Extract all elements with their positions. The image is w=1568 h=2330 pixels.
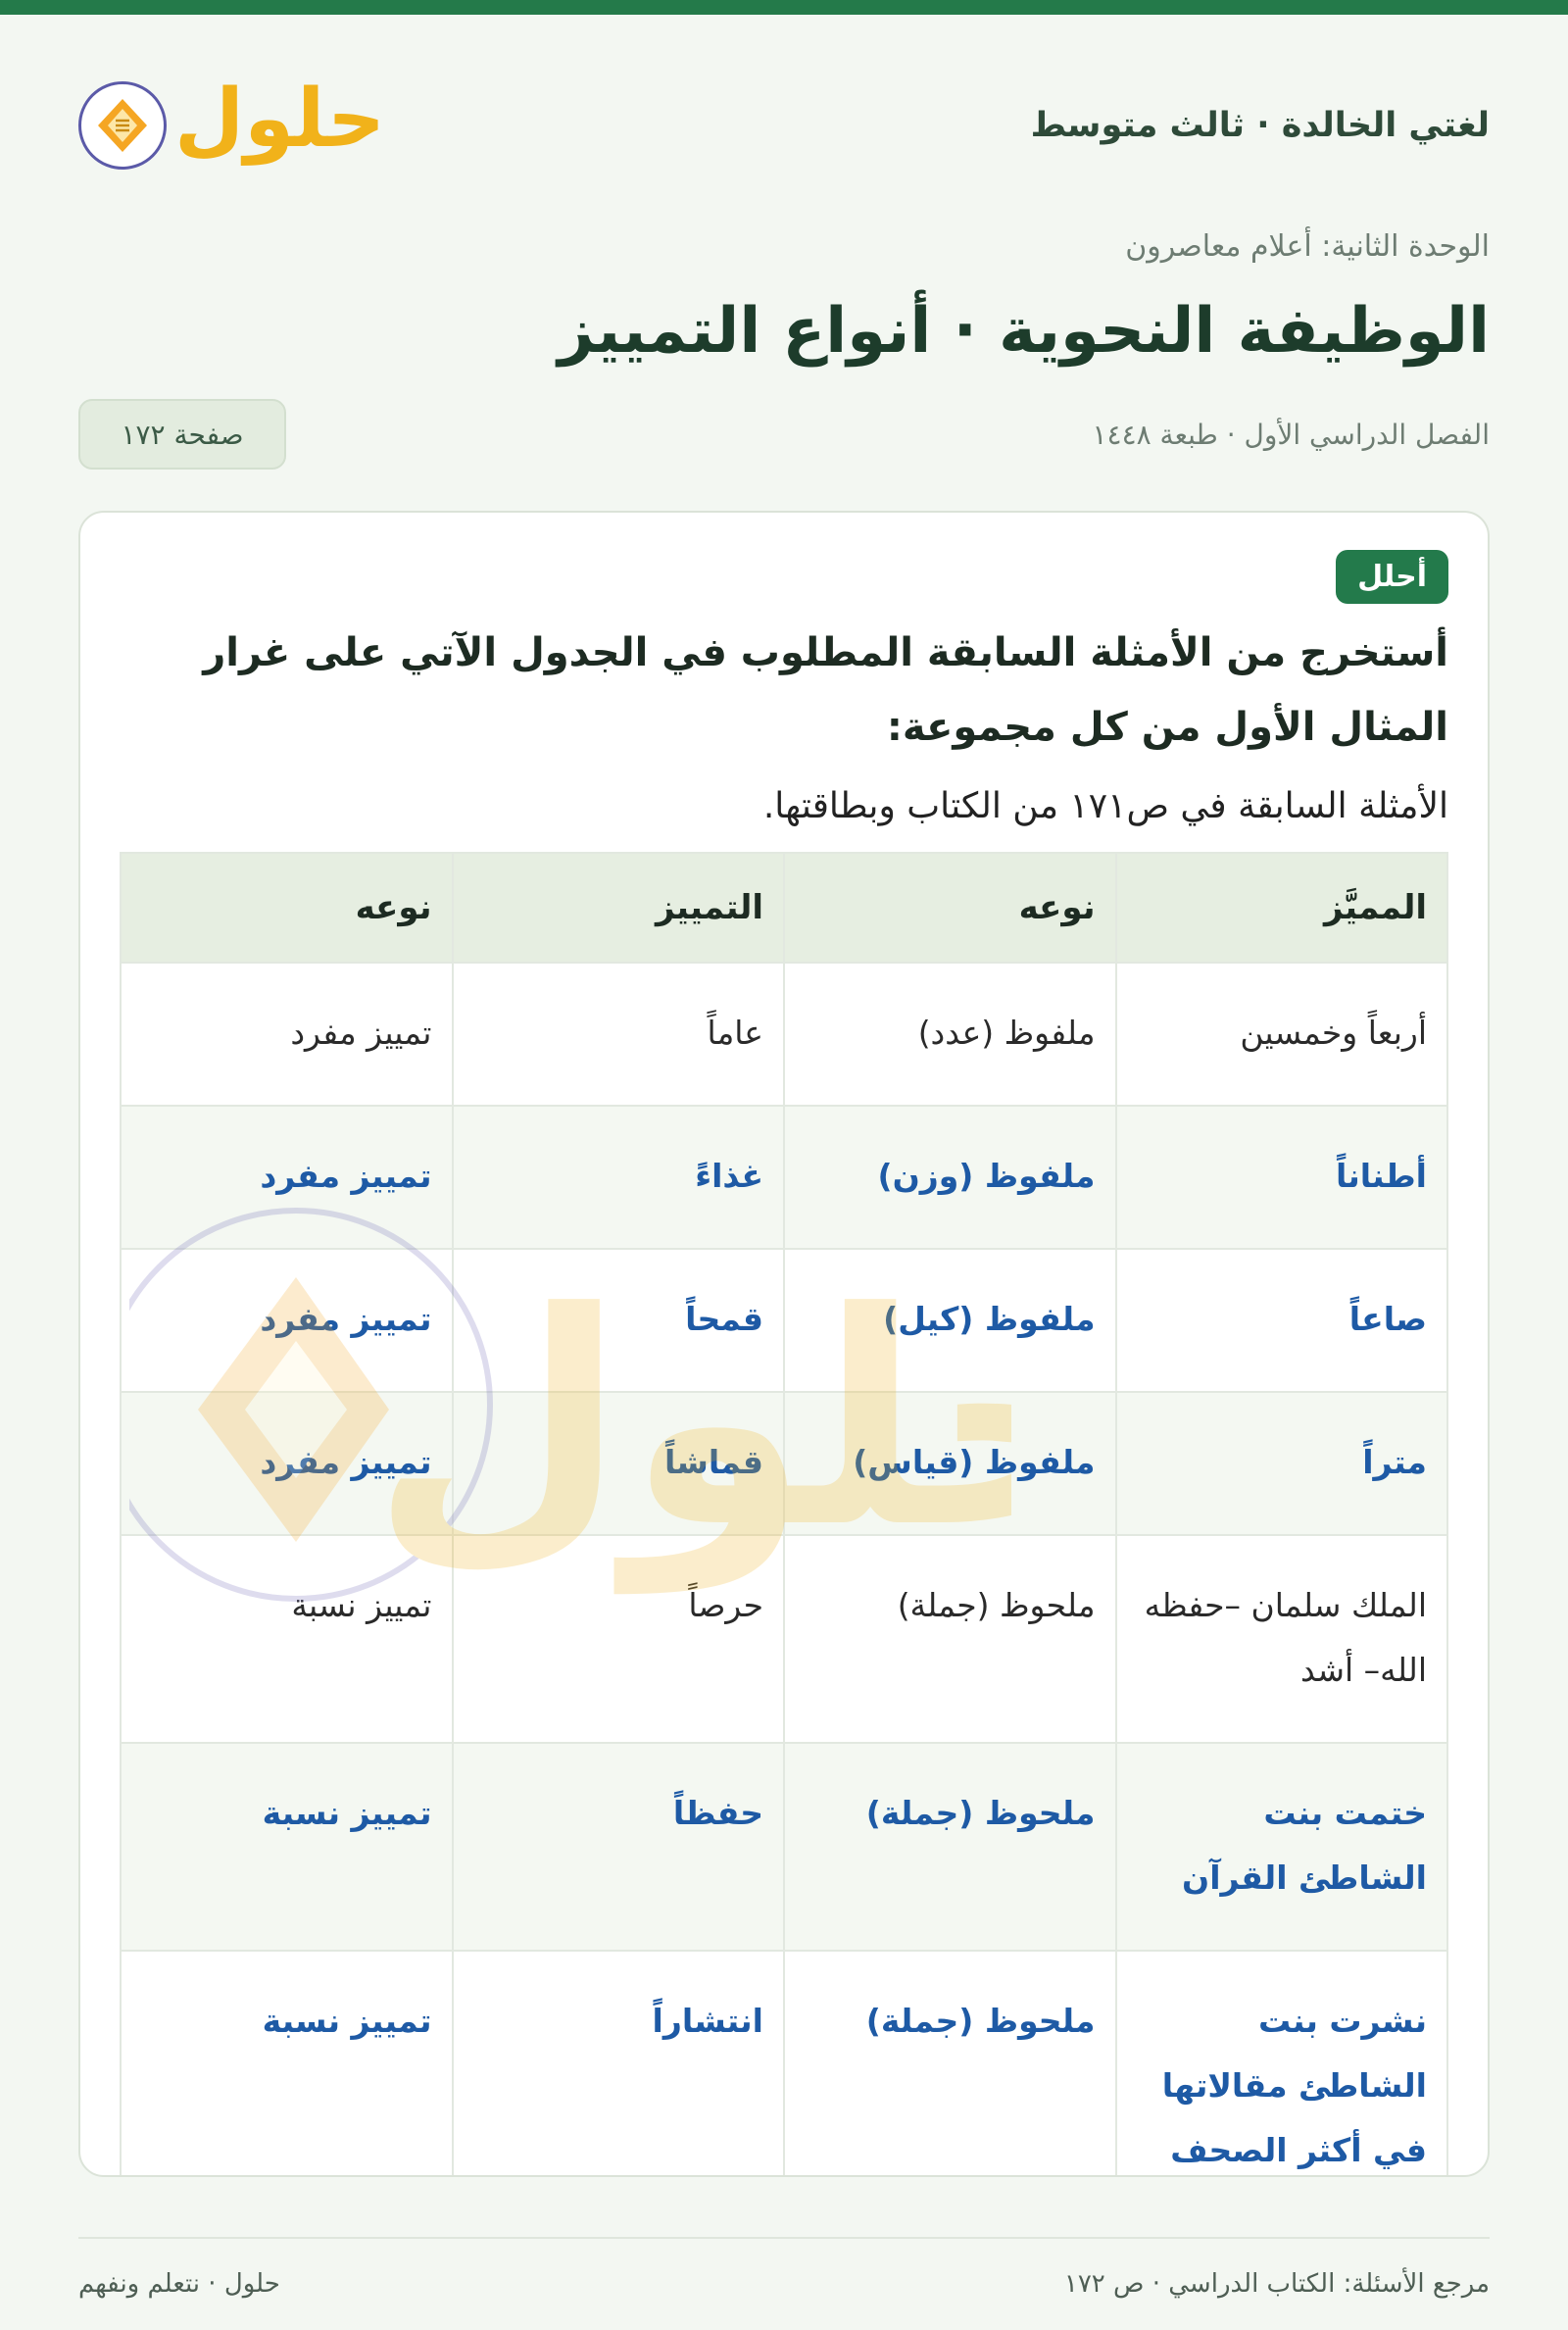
- answer-cell: ملفوظ (وزن): [783, 1105, 1117, 1250]
- table-cell: تمييز مفرد: [120, 962, 454, 1107]
- answer-cell: تمييز نسبة: [120, 1950, 454, 2175]
- column-header: نوعه: [120, 852, 454, 964]
- exercise-reference: الأمثلة السابقة في ص١٧١ من الكتاب وبطاقت…: [762, 786, 1448, 826]
- footer-brand: حلول · نتعلم ونفهم: [78, 2269, 280, 2299]
- meta-row: الفصل الدراسي الأول · طبعة ١٤٤٨ صفحة ١٧٢: [78, 399, 1490, 470]
- answer-cell: حفظاً: [451, 1742, 785, 1952]
- table-cell: عاماً: [451, 962, 785, 1107]
- footer-reference: مرجع الأسئلة: الكتاب الدراسي · ص ١٧٢: [1063, 2269, 1490, 2299]
- column-header: نوعه: [783, 852, 1117, 964]
- table-cell: أربعاً وخمسين: [1114, 962, 1448, 1107]
- table-cell: ملفوظ (عدد): [783, 962, 1117, 1107]
- table-row: أطناناً ملفوظ (وزن) غذاءً تمييز مفرد: [120, 1105, 1448, 1250]
- answer-cell: أطناناً: [1114, 1105, 1448, 1250]
- answer-cell: متراً: [1114, 1391, 1448, 1536]
- answer-cell: تمييز مفرد: [120, 1105, 454, 1250]
- exercise-tag: أحلل: [1336, 550, 1448, 604]
- table-cell: الملك سلمان –حفظه الله– أشد: [1114, 1534, 1448, 1744]
- logo[interactable]: حلول: [78, 72, 386, 170]
- table-row: ختمت بنت الشاطئ القرآن ملحوظ (جملة) حفظا…: [120, 1742, 1448, 1952]
- answer-cell: نشرت بنت الشاطئ مقالاتها في أكثر الصحف: [1114, 1950, 1448, 2175]
- answer-cell: غذاءً: [451, 1105, 785, 1250]
- answer-cell: تمييز مفرد: [120, 1391, 454, 1536]
- table-cell: تمييز نسبة: [120, 1534, 454, 1744]
- answer-cell: ملفوظ (قياس): [783, 1391, 1117, 1536]
- semester-label: الفصل الدراسي الأول · طبعة ١٤٤٨: [1092, 418, 1491, 451]
- page-number-badge: صفحة ١٧٢: [78, 399, 286, 470]
- table-row: متراً ملفوظ (قياس) قماشاً تمييز مفرد: [120, 1391, 1448, 1536]
- table-row: نشرت بنت الشاطئ مقالاتها في أكثر الصحف م…: [120, 1950, 1448, 2175]
- unit-label: الوحدة الثانية: أعلام معاصرون: [1125, 229, 1490, 264]
- page-title: الوظيفة النحوية · أنواع التمييز: [558, 295, 1490, 368]
- table-cell: ملحوظ (جملة): [783, 1534, 1117, 1744]
- table-row: أربعاً وخمسين ملفوظ (عدد) عاماً تمييز مف…: [120, 962, 1448, 1107]
- top-accent-bar: [0, 0, 1568, 15]
- course-title: لغتي الخالدة · ثالث متوسط: [1030, 105, 1490, 145]
- table-header-row: المميَّز نوعه التمييز نوعه: [120, 852, 1448, 964]
- column-header: التمييز: [451, 852, 785, 964]
- exercise-card: أحلل أستخرج من الأمثلة السابقة المطلوب ف…: [78, 511, 1490, 2177]
- logo-book-icon: [78, 80, 167, 170]
- table-row: صاعاً ملفوظ (كيل) قمحاً تمييز مفرد: [120, 1248, 1448, 1393]
- answer-cell: قماشاً: [451, 1391, 785, 1536]
- table-row: الملك سلمان –حفظه الله– أشد ملحوظ (جملة)…: [120, 1534, 1448, 1744]
- answer-cell: قمحاً: [451, 1248, 785, 1393]
- answer-cell: تمييز نسبة: [120, 1742, 454, 1952]
- answer-cell: ملحوظ (جملة): [783, 1742, 1117, 1952]
- answer-cell: ملحوظ (جملة): [783, 1950, 1117, 2175]
- exercise-instruction: أستخرج من الأمثلة السابقة المطلوب في الج…: [203, 630, 1448, 750]
- answer-cell: انتشاراً: [451, 1950, 785, 2175]
- logo-text: حلول: [174, 72, 386, 166]
- answer-cell: صاعاً: [1114, 1248, 1448, 1393]
- answer-table: المميَّز نوعه التمييز نوعه أربعاً وخمسين…: [120, 852, 1448, 2175]
- footer-divider: [78, 2237, 1490, 2239]
- page: لغتي الخالدة · ثالث متوسط حلول الوحدة ال…: [0, 15, 1568, 2330]
- answer-cell: ملفوظ (كيل): [783, 1248, 1117, 1393]
- column-header: المميَّز: [1114, 852, 1448, 964]
- page-footer: مرجع الأسئلة: الكتاب الدراسي · ص ١٧٢ حلو…: [78, 2269, 1490, 2299]
- table-cell: حرصاً: [451, 1534, 785, 1744]
- page-header: لغتي الخالدة · ثالث متوسط حلول: [78, 15, 1490, 225]
- answer-cell: تمييز مفرد: [120, 1248, 454, 1393]
- answer-cell: ختمت بنت الشاطئ القرآن: [1114, 1742, 1448, 1952]
